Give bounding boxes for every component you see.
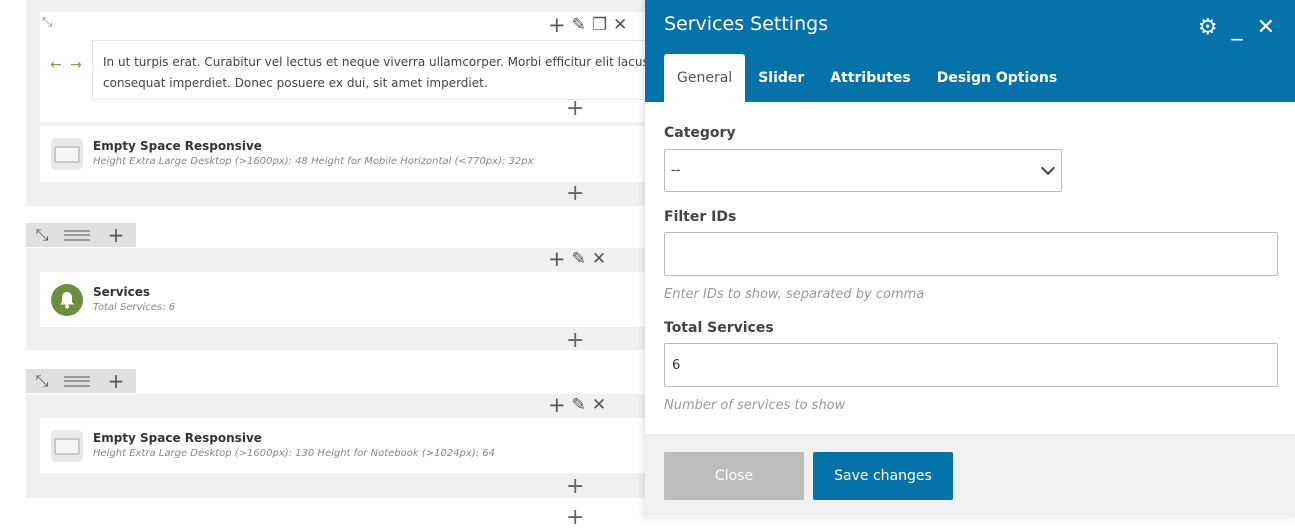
- add-element-button[interactable]: +: [566, 507, 584, 529]
- tab-design-options[interactable]: Design Options: [924, 54, 1070, 102]
- bell-icon: [51, 284, 83, 316]
- add-icon[interactable]: +: [548, 395, 566, 416]
- close-button[interactable]: Close: [664, 452, 804, 500]
- text-element-tools: + ✎ ❐ ✕: [548, 15, 627, 36]
- row-layout-icon[interactable]: [58, 223, 96, 247]
- edit-icon[interactable]: ✎: [572, 251, 586, 268]
- row-add-icon[interactable]: +: [96, 223, 136, 247]
- row-controls: ⤡ +: [26, 223, 136, 247]
- row-layout-icon[interactable]: [58, 369, 96, 393]
- element-subtitle: Height Extra Large Desktop (>1600px): 48…: [93, 156, 534, 167]
- builder-canvas: ⤡ + ✎ ❐ ✕ ← → In ut turpis erat. Curabit…: [0, 0, 662, 529]
- clone-icon[interactable]: ❐: [592, 17, 607, 34]
- row-add-icon[interactable]: +: [96, 369, 136, 393]
- element-subtitle: Height Extra Large Desktop (>1600px): 13…: [93, 448, 495, 459]
- panel-header: Services Settings ⚙ _ ✕ General Slider A…: [645, 0, 1295, 102]
- element-subtitle: Total Services: 6: [93, 302, 176, 313]
- gear-icon[interactable]: ⚙: [1198, 15, 1218, 40]
- add-icon[interactable]: +: [548, 249, 566, 270]
- panel-footer: Close Save changes: [645, 434, 1295, 518]
- category-select[interactable]: --: [664, 149, 1062, 192]
- total-services-help: Number of services to show: [664, 398, 846, 413]
- row-move-icon[interactable]: ⤡: [26, 369, 58, 393]
- filter-ids-help: Enter IDs to show, separated by comma: [664, 287, 925, 302]
- category-label: Category: [664, 125, 736, 141]
- row-controls: ⤡ +: [26, 369, 136, 393]
- delete-icon[interactable]: ✕: [592, 397, 606, 414]
- add-element-button[interactable]: +: [566, 98, 584, 120]
- header-icons: ⚙ _ ✕: [1198, 14, 1275, 40]
- element-title: Empty Space Responsive: [93, 431, 262, 445]
- element-empty-space-1[interactable]: Empty Space Responsive Height Extra Larg…: [40, 126, 656, 182]
- empty-space-icon: [51, 138, 83, 170]
- settings-panel: Services Settings ⚙ _ ✕ General Slider A…: [645, 0, 1295, 518]
- edit-icon[interactable]: ✎: [572, 397, 586, 414]
- total-services-input[interactable]: 6: [664, 343, 1278, 387]
- text-block-content: In ut turpis erat. Curabitur vel lectus …: [103, 55, 662, 90]
- expand-icon[interactable]: ⤡: [42, 15, 52, 30]
- chevron-down-icon: [1040, 160, 1056, 175]
- element-services[interactable]: Services Total Services: 6: [40, 272, 656, 327]
- filter-ids-label: Filter IDs: [664, 209, 737, 225]
- element-title: Services: [93, 285, 151, 299]
- element-title: Empty Space Responsive: [93, 139, 262, 153]
- category-value: --: [671, 163, 681, 178]
- delete-icon[interactable]: ✕: [613, 17, 627, 34]
- empty-space-tools: + ✎ ✕: [548, 395, 606, 416]
- add-element-button[interactable]: +: [566, 330, 584, 352]
- tab-bar: General Slider Attributes Design Options: [664, 54, 1070, 102]
- tab-slider[interactable]: Slider: [745, 54, 817, 102]
- tab-attributes[interactable]: Attributes: [817, 54, 923, 102]
- delete-icon[interactable]: ✕: [592, 251, 606, 268]
- minimize-icon[interactable]: _: [1232, 18, 1243, 40]
- filter-ids-input[interactable]: [664, 232, 1278, 276]
- element-empty-space-2[interactable]: Empty Space Responsive Height Extra Larg…: [40, 418, 656, 473]
- save-changes-button[interactable]: Save changes: [813, 452, 953, 500]
- total-services-label: Total Services: [664, 320, 774, 336]
- edit-icon[interactable]: ✎: [572, 17, 586, 34]
- panel-title: Services Settings: [664, 13, 829, 35]
- text-block[interactable]: In ut turpis erat. Curabitur vel lectus …: [92, 40, 662, 100]
- add-element-button[interactable]: +: [566, 476, 584, 498]
- services-element-tools: + ✎ ✕: [548, 249, 606, 270]
- close-icon[interactable]: ✕: [1257, 15, 1275, 40]
- add-element-button[interactable]: +: [566, 183, 584, 205]
- arrows-icon: ← →: [50, 57, 84, 73]
- add-icon[interactable]: +: [548, 15, 566, 36]
- empty-space-icon: [51, 430, 83, 462]
- row-move-icon[interactable]: ⤡: [26, 223, 58, 247]
- tab-general[interactable]: General: [664, 54, 746, 102]
